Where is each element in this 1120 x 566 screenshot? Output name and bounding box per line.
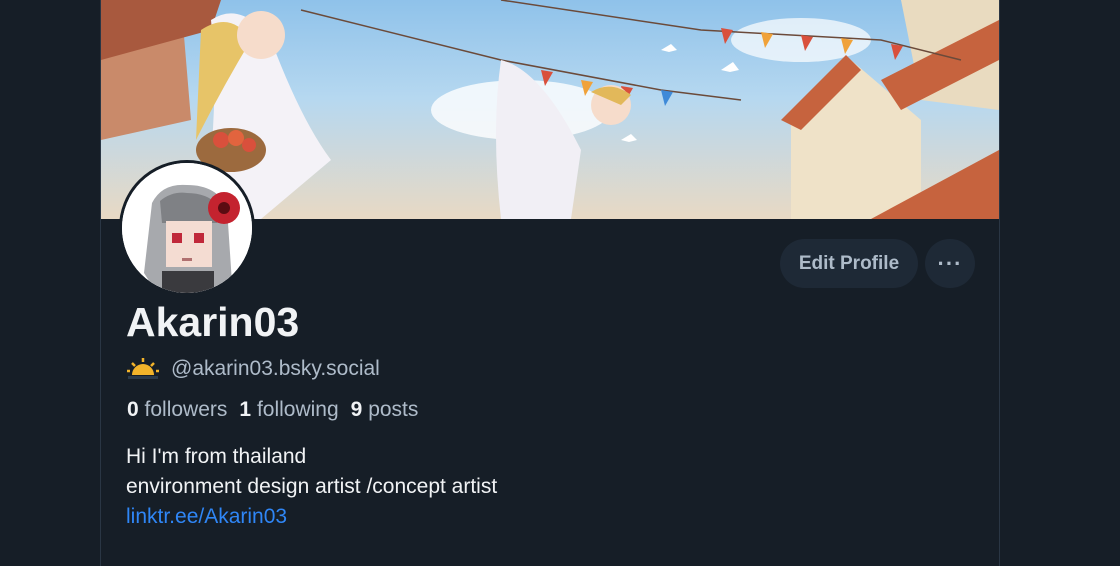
posts-count: 9 [350,398,363,421]
bio-line-1: Hi I'm from thailand [126,445,307,468]
ellipsis-icon: ··· [937,250,963,276]
edit-profile-label: Edit Profile [798,252,900,274]
bio-link[interactable]: linktr.ee/Akarin03 [126,502,497,532]
followers-label: followers [144,398,228,421]
following-label: following [256,398,339,421]
more-options-button[interactable]: ··· [925,239,975,288]
posts-label: posts [368,398,419,421]
profile-stats: 0 followers 1 following 9 posts [127,398,430,422]
avatar-pixel-art [122,163,252,293]
following-stat[interactable]: 1 following [239,398,338,422]
profile-column: Edit Profile ··· Akarin03 @akarin03.bsky… [100,0,1000,566]
profile-avatar[interactable] [119,160,255,296]
profile-display-name: Akarin03 [126,299,300,345]
followers-stat[interactable]: 0 followers [127,398,227,422]
bio-line-2: environment design artist /concept artis… [126,475,498,498]
profile-handle-row: @akarin03.bsky.social [127,357,380,381]
followers-count: 0 [127,398,139,421]
sunrise-emoji-icon [127,358,159,380]
profile-handle: @akarin03.bsky.social [171,357,380,380]
edit-profile-button[interactable]: Edit Profile [780,239,918,288]
profile-bio: Hi I'm from thailand environment design … [126,442,497,532]
posts-stat: 9 posts [351,398,419,422]
following-count: 1 [239,398,252,421]
